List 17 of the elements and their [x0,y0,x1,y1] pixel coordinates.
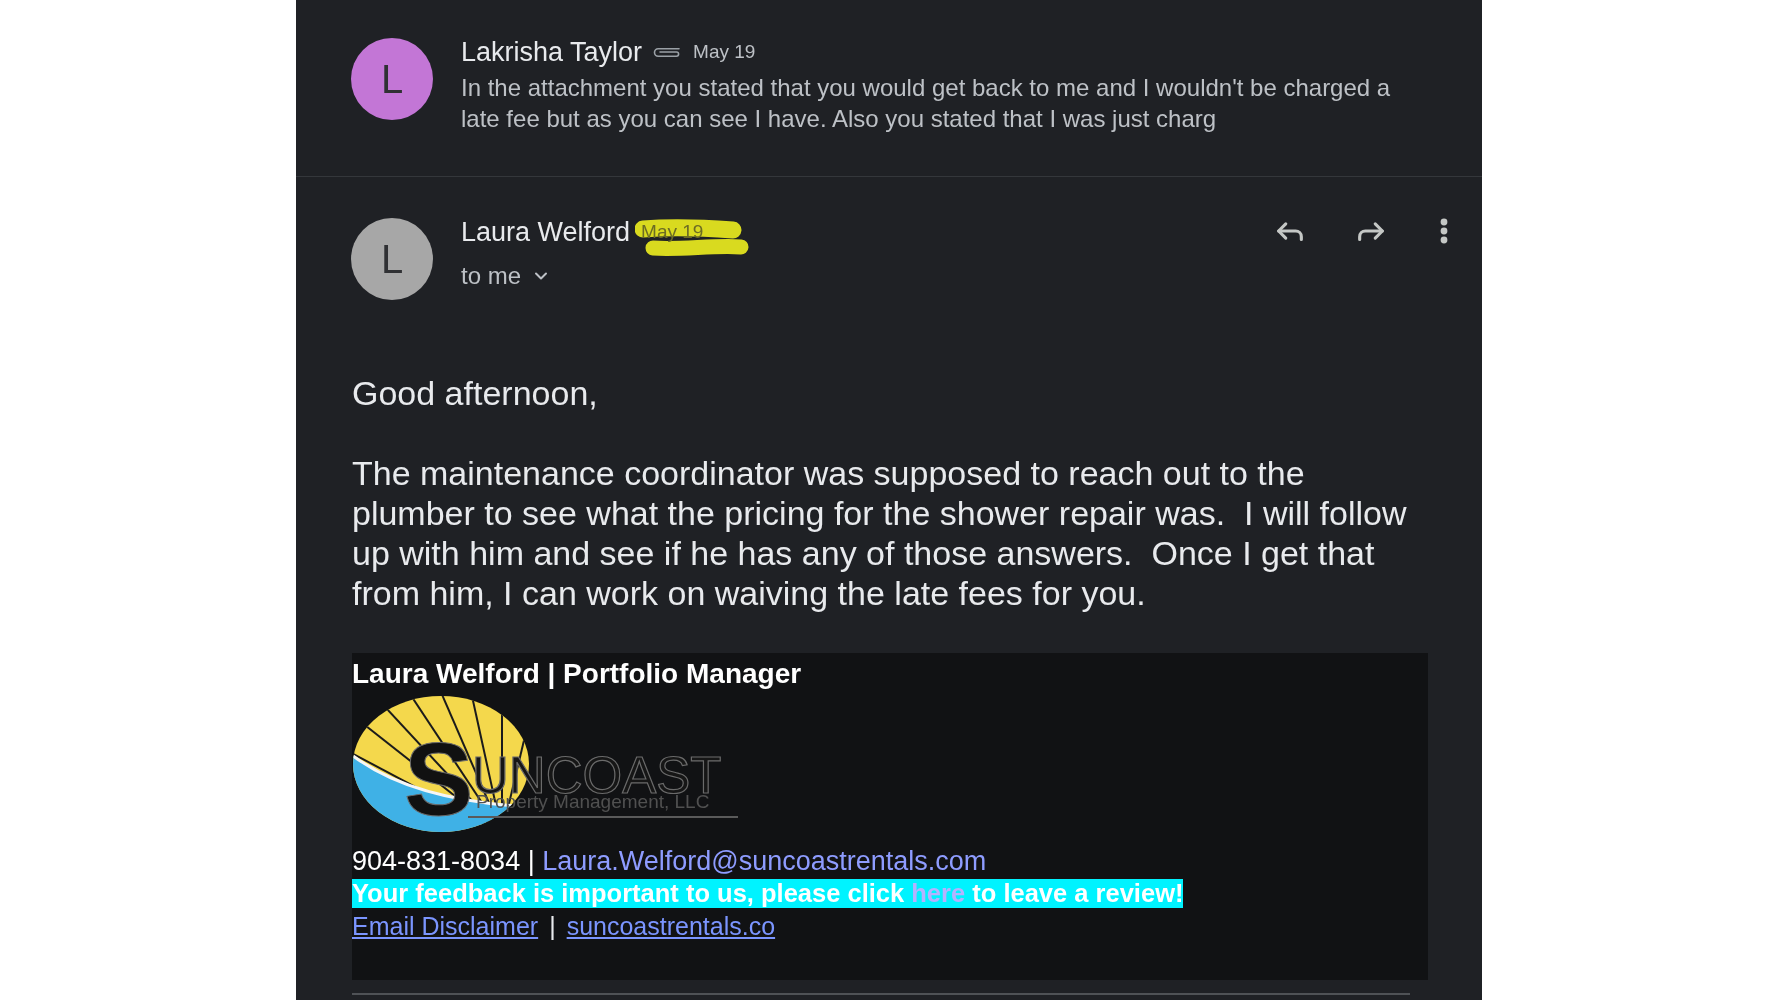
message-date: May 19 [692,41,757,63]
more-options-icon [1440,218,1448,244]
avatar: L [351,218,433,300]
contact-line: 904-831-8034 | Laura.Welford@suncoastrentals.com [352,846,987,876]
sender-name: Laura Welford [461,216,631,248]
email-link[interactable]: Laura.Welford@suncoastrentals.com [542,846,987,876]
greeting-text: Good afternoon, [352,373,599,413]
link-separator: | [549,912,556,940]
signature-title: Laura Welford | Portfolio Manager [352,658,802,690]
message-snippet: In the attachment you stated that you would get back to me and I wouldn't be charged a late fee but as you can see I have. Also you stated that I was just charg [461,73,1392,134]
body-paragraph: The maintenance coordinator was supposed to reach out to the plumber to see what the pricing for the shower repair was. I will follow up with him and see if he has any of those answers. Once I get that from him, I can work on waiving the late fees for you. [352,453,1408,613]
avatar: L [351,38,433,120]
sender-name: Lakrisha Taylor [461,36,643,68]
recipient-toggle[interactable]: to me [461,262,552,290]
footer-link[interactable]: Email Disclaimer [352,912,539,940]
feedback-notice: Your feedback is important to us, please click here to leave a review! [352,879,1184,908]
footer-link[interactable]: suncoastrentals.co [566,912,776,940]
